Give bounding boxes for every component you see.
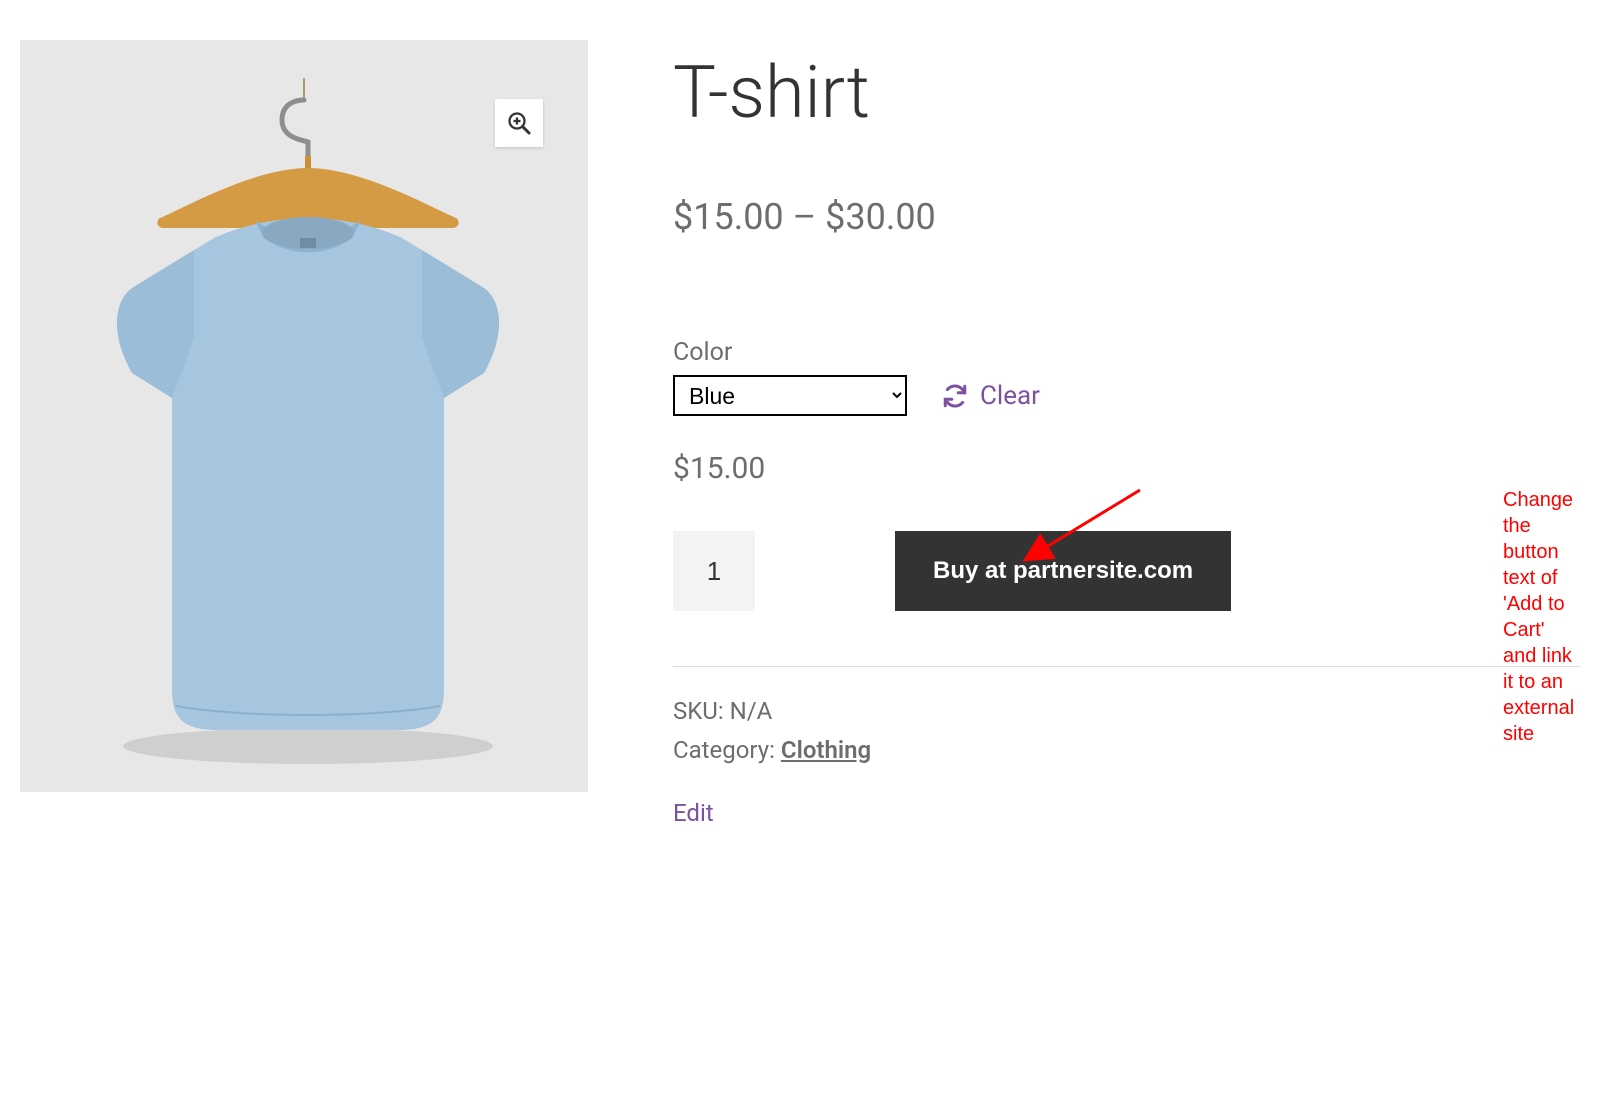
category-label: Category: bbox=[673, 736, 775, 764]
sku-label: SKU: bbox=[673, 697, 724, 725]
product-title: T-shirt bbox=[673, 50, 1580, 136]
product-image-panel bbox=[20, 40, 588, 792]
divider bbox=[673, 666, 1580, 667]
variation-price: $15.00 bbox=[673, 451, 1580, 486]
clear-link[interactable]: Clear bbox=[942, 381, 1040, 411]
variation-label: Color bbox=[673, 338, 1580, 367]
annotation-line2: and link it to an external site bbox=[1503, 643, 1580, 747]
variation-select[interactable]: Blue bbox=[673, 375, 907, 416]
clear-label: Clear bbox=[980, 381, 1040, 411]
edit-link[interactable]: Edit bbox=[673, 799, 714, 827]
category-link[interactable]: Clothing bbox=[781, 736, 871, 764]
category-row: Category: Clothing bbox=[673, 731, 1580, 769]
price-range: $15.00 – $30.00 bbox=[673, 196, 1580, 238]
sku-row: SKU: N/A bbox=[673, 692, 1580, 730]
annotation-text: Change the button text of 'Add to Cart' … bbox=[1503, 487, 1580, 747]
add-to-cart-button[interactable]: Buy at partnersite.com bbox=[895, 531, 1231, 611]
sku-value: N/A bbox=[730, 697, 773, 725]
refresh-icon bbox=[942, 383, 968, 409]
quantity-input[interactable] bbox=[673, 531, 755, 611]
annotation-line1: Change the button text of 'Add to Cart' bbox=[1503, 487, 1580, 643]
product-image bbox=[64, 78, 544, 778]
